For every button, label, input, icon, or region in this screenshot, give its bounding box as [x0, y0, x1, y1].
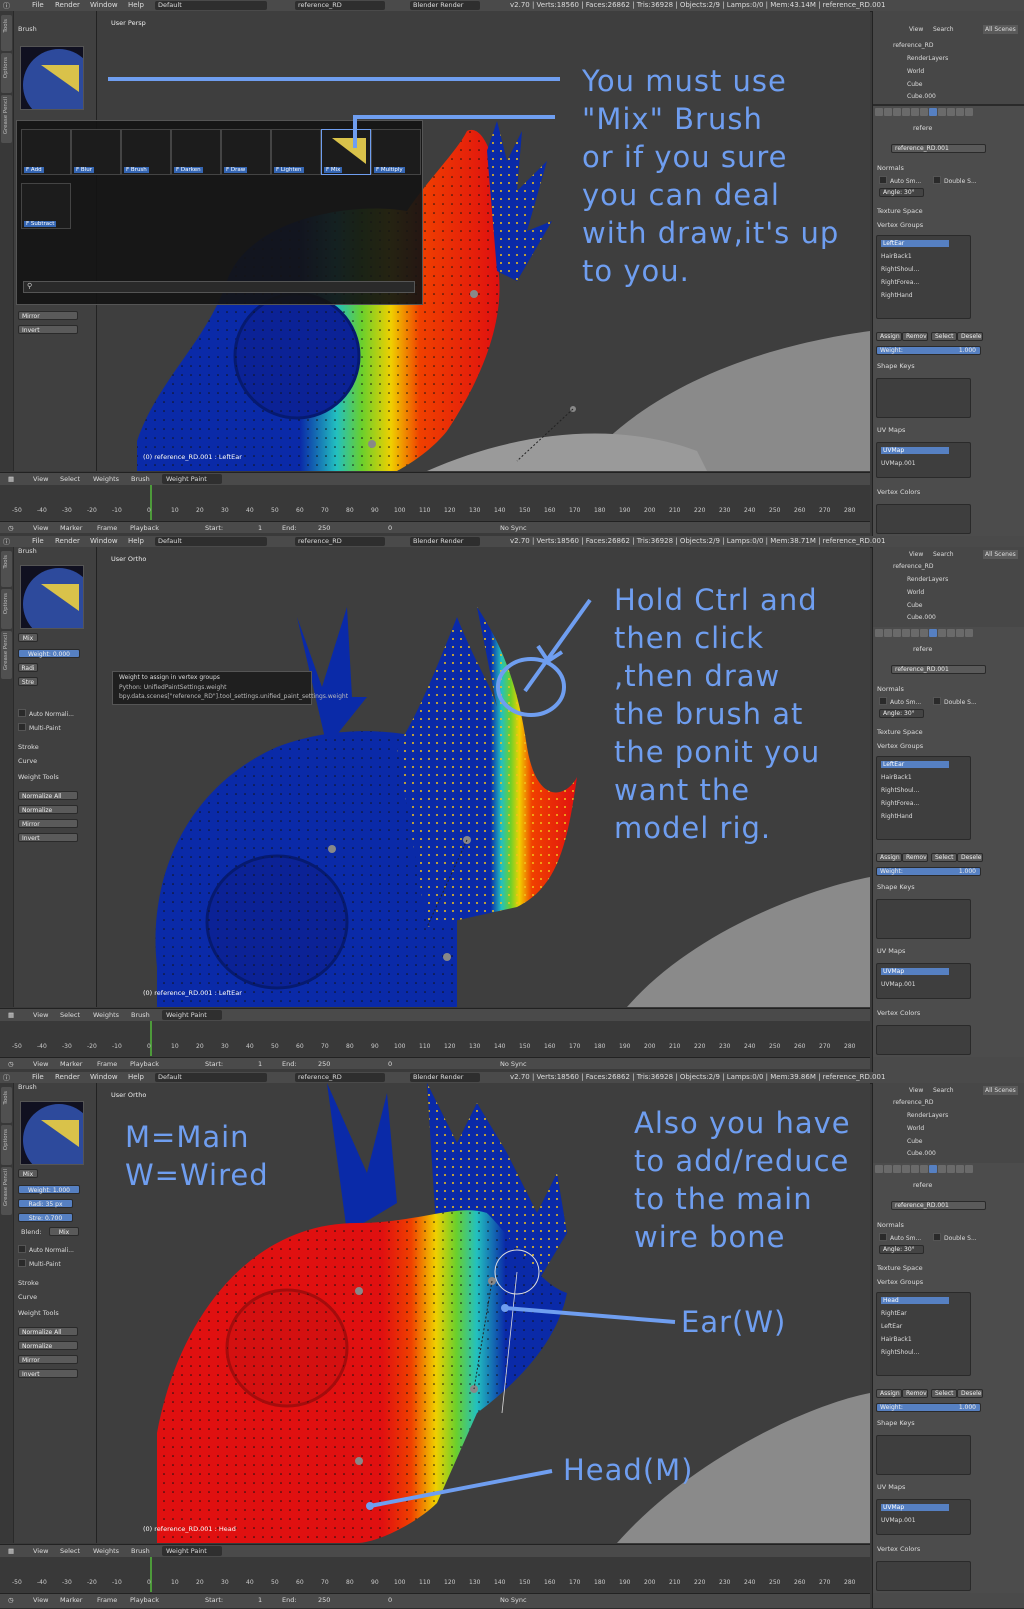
annotation-pointer-1	[108, 77, 560, 148]
screenshot-panel-3: ⓘ File Render Window Help Default refere…	[0, 1072, 1024, 1608]
annotation-text: Hold Ctrl and then click ,then draw the …	[614, 583, 821, 845]
annotation-pointer-2	[496, 598, 592, 717]
annotation-legend: M=Main W=Wired	[125, 1120, 269, 1192]
annotation-text: You must use "Mix" Brush or if you sure …	[582, 64, 840, 288]
annotation-head-label: Head(M)	[563, 1453, 694, 1487]
annotation-text: Also you have to add/reduce to the main …	[634, 1106, 851, 1254]
screenshot-panel-1: ⓘ File Render Window Help Default refere…	[0, 0, 1024, 536]
screenshot-panel-2: ⓘ File Render Window Help Default refere…	[0, 536, 1024, 1072]
annotation-ear-label: Ear(W)	[681, 1305, 787, 1339]
